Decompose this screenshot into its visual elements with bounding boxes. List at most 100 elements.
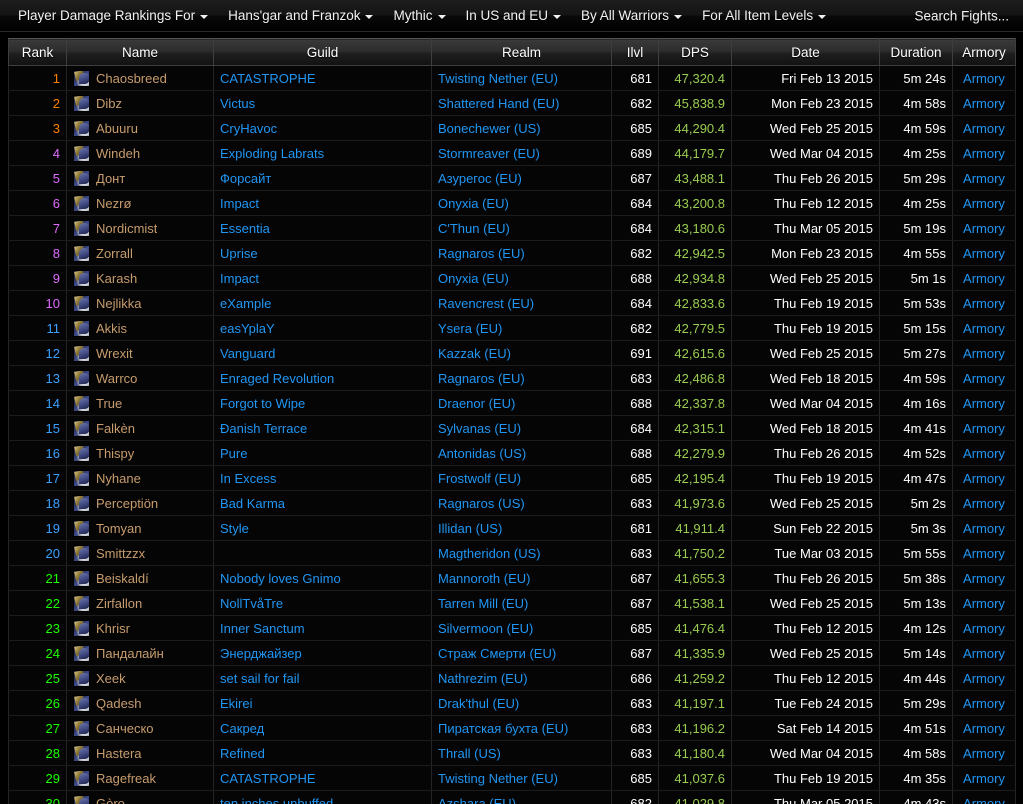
column-header-armory[interactable]: Armory <box>952 38 1016 66</box>
cell-guild[interactable]: eXample <box>213 290 432 316</box>
cell-guild[interactable]: NollTvåTre <box>213 590 432 616</box>
cell-guild[interactable]: CATASTROPHE <box>213 65 432 91</box>
column-header-realm[interactable]: Realm <box>431 38 612 66</box>
armory-link[interactable]: Armory <box>952 115 1016 141</box>
cell-name[interactable]: Warrco <box>66 365 214 391</box>
cell-realm[interactable]: Kazzak (EU) <box>431 340 612 366</box>
cell-realm[interactable]: Страж Смерти (EU) <box>431 640 612 666</box>
column-header-dps[interactable]: DPS <box>658 38 732 66</box>
cell-name[interactable]: Xeek <box>66 665 214 691</box>
table-row[interactable]: 15 Falkèn Ðanish Terrace Sylvanas (EU) 684 42… <box>8 415 1016 441</box>
cell-realm[interactable]: Bonechewer (US) <box>431 115 612 141</box>
cell-guild[interactable]: Uprise <box>213 240 432 266</box>
armory-link[interactable]: Armory <box>952 415 1016 441</box>
cell-realm[interactable]: Azshara (EU) <box>431 790 612 804</box>
table-row[interactable]: 8 Zorrall Uprise Ragnaros (EU) 682 42,942.5 Mo… <box>8 240 1016 266</box>
cell-name[interactable]: Санческо <box>66 715 214 741</box>
cell-realm[interactable]: Ravencrest (EU) <box>431 290 612 316</box>
cell-name[interactable]: Akkis <box>66 315 214 341</box>
cell-name[interactable]: Karash <box>66 265 214 291</box>
cell-guild[interactable]: Ðanish Terrace <box>213 415 432 441</box>
cell-realm[interactable]: Shattered Hand (EU) <box>431 90 612 116</box>
cell-realm[interactable]: Thrall (US) <box>431 740 612 766</box>
armory-link[interactable]: Armory <box>952 440 1016 466</box>
column-header-rank[interactable]: Rank <box>8 38 67 66</box>
armory-link[interactable]: Armory <box>952 590 1016 616</box>
cell-name[interactable]: Wrexit <box>66 340 214 366</box>
armory-link[interactable]: Armory <box>952 465 1016 491</box>
table-row[interactable]: 26 Qadesh Ekirei Drak'thul (EU) 683 41,197.1 T… <box>8 690 1016 716</box>
cell-name[interactable]: Falkèn <box>66 415 214 441</box>
table-row[interactable]: 28 Hastera Refined Thrall (US) 683 41,180.4 We… <box>8 740 1016 766</box>
cell-name[interactable]: Nezrø <box>66 190 214 216</box>
cell-realm[interactable]: Nathrezim (EU) <box>431 665 612 691</box>
cell-name[interactable]: Perceptiön <box>66 490 214 516</box>
cell-name[interactable]: Hastera <box>66 740 214 766</box>
armory-link[interactable]: Armory <box>952 790 1016 804</box>
cell-name[interactable]: Dibz <box>66 90 214 116</box>
cell-realm[interactable]: Silvermoon (EU) <box>431 615 612 641</box>
cell-guild[interactable]: Essentia <box>213 215 432 241</box>
cell-realm[interactable]: Draenor (EU) <box>431 390 612 416</box>
cell-realm[interactable]: Antonidas (US) <box>431 440 612 466</box>
cell-guild[interactable]: Enraged Revolution <box>213 365 432 391</box>
cell-name[interactable]: Nyhane <box>66 465 214 491</box>
table-row[interactable]: 18 Perceptiön Bad Karma Ragnaros (US) 683 41,… <box>8 490 1016 516</box>
column-header-date[interactable]: Date <box>731 38 880 66</box>
search-fights-input[interactable]: Search Fights... <box>914 8 1009 23</box>
cell-name[interactable]: Chaosbreed <box>66 65 214 91</box>
table-row[interactable]: 20 Smittzzx Magtheridon (US) 683 41,750.2 Tue… <box>8 540 1016 566</box>
nav-boss[interactable]: Hans'gar and Franzok <box>220 4 385 27</box>
cell-name[interactable]: True <box>66 390 214 416</box>
table-row[interactable]: 27 Санческо Сакред Пиратская бухта (EU) 683 4… <box>8 715 1016 741</box>
cell-name[interactable]: Thispy <box>66 440 214 466</box>
table-row[interactable]: 9 Karash Impact Onyxia (EU) 688 42,934.8 Wed F… <box>8 265 1016 291</box>
armory-link[interactable]: Armory <box>952 65 1016 91</box>
armory-link[interactable]: Armory <box>952 490 1016 516</box>
cell-realm[interactable]: Magtheridon (US) <box>431 540 612 566</box>
column-header-guild[interactable]: Guild <box>213 38 432 66</box>
table-row[interactable]: 14 True Forgot to Wipe Draenor (EU) 688 42,33… <box>8 390 1016 416</box>
cell-name[interactable]: Ragefreak <box>66 765 214 791</box>
cell-realm[interactable]: Onyxia (EU) <box>431 265 612 291</box>
cell-name[interactable]: Tomyan <box>66 515 214 541</box>
armory-link[interactable]: Armory <box>952 365 1016 391</box>
cell-name[interactable]: Abuuru <box>66 115 214 141</box>
armory-link[interactable]: Armory <box>952 690 1016 716</box>
cell-realm[interactable]: Ragnaros (EU) <box>431 240 612 266</box>
column-header-duration[interactable]: Duration <box>879 38 953 66</box>
cell-realm[interactable]: Ysera (EU) <box>431 315 612 341</box>
armory-link[interactable]: Armory <box>952 765 1016 791</box>
cell-name[interactable]: Khrisr <box>66 615 214 641</box>
table-row[interactable]: 1 Chaosbreed CATASTROPHE Twisting Nether (E… <box>8 65 1016 91</box>
cell-guild[interactable]: Forgot to Wipe <box>213 390 432 416</box>
armory-link[interactable]: Armory <box>952 665 1016 691</box>
cell-realm[interactable]: Frostwolf (EU) <box>431 465 612 491</box>
cell-guild[interactable]: CATASTROPHE <box>213 765 432 791</box>
column-header-ilvl[interactable]: Ilvl <box>611 38 659 66</box>
cell-realm[interactable]: Drak'thul (EU) <box>431 690 612 716</box>
armory-link[interactable]: Armory <box>952 240 1016 266</box>
table-row[interactable]: 30 Gòro ten inches unbuffed Azshara (EU) 682… <box>8 790 1016 804</box>
nav-ilvl[interactable]: For All Item Levels <box>694 4 838 27</box>
armory-link[interactable]: Armory <box>952 740 1016 766</box>
table-row[interactable]: 10 Nejlikka eXample Ravencrest (EU) 684 42,83… <box>8 290 1016 316</box>
cell-guild[interactable]: Refined <box>213 740 432 766</box>
cell-guild[interactable]: ten inches unbuffed <box>213 790 432 804</box>
table-row[interactable]: 7 Nordicmist Essentia C'Thun (EU) 684 43,180.… <box>8 215 1016 241</box>
table-row[interactable]: 4 Windeh Exploding Labrats Stormreaver (EU)… <box>8 140 1016 166</box>
nav-class[interactable]: By All Warriors <box>573 4 694 27</box>
cell-realm[interactable]: Sylvanas (EU) <box>431 415 612 441</box>
cell-guild[interactable]: easYplaY <box>213 315 432 341</box>
table-row[interactable]: 3 Abuuru CryHavoc Bonechewer (US) 685 44,290.… <box>8 115 1016 141</box>
table-row[interactable]: 29 Ragefreak CATASTROPHE Twisting Nether (E… <box>8 765 1016 791</box>
cell-guild[interactable]: Victus <box>213 90 432 116</box>
cell-guild[interactable]: Энерджайзер <box>213 640 432 666</box>
cell-realm[interactable]: Mannoroth (EU) <box>431 565 612 591</box>
cell-realm[interactable]: Пиратская бухта (EU) <box>431 715 612 741</box>
cell-realm[interactable]: Onyxia (EU) <box>431 190 612 216</box>
cell-guild[interactable]: Форсайт <box>213 165 432 191</box>
table-row[interactable]: 19 Tomyan Style Illidan (US) 681 41,911.4 Sun … <box>8 515 1016 541</box>
nav-difficulty[interactable]: Mythic <box>385 4 457 27</box>
armory-link[interactable]: Armory <box>952 190 1016 216</box>
